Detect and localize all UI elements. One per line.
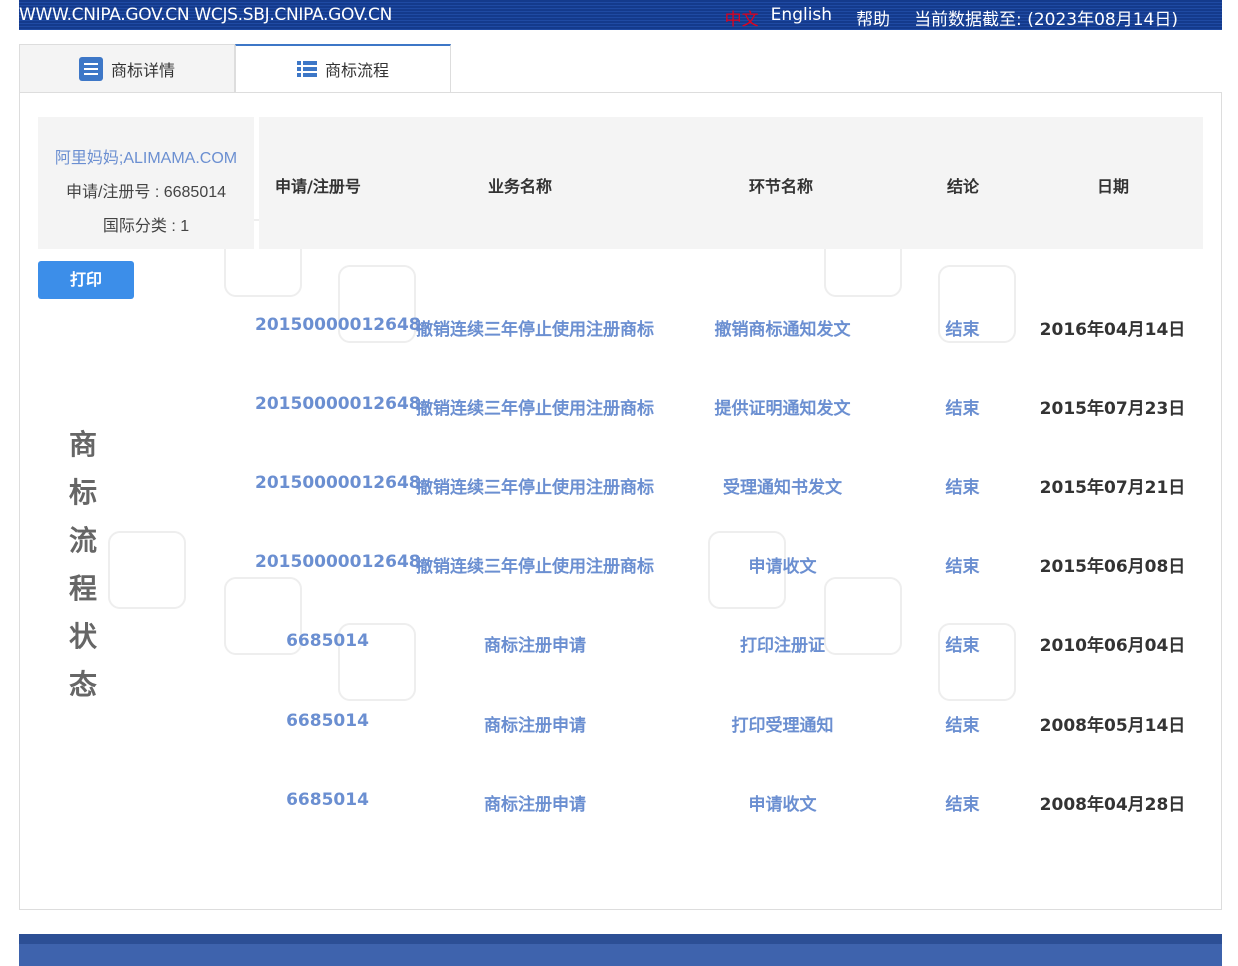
row-date: 2008年04月28日 xyxy=(1039,795,1186,815)
table-row: 20150000012648 撤销连续三年停止使用注册商标 撤销商标通知发文 结… xyxy=(20,315,1221,345)
row-step-name[interactable]: 申请收文 xyxy=(700,790,865,815)
row-date: 2015年07月23日 xyxy=(1039,399,1186,419)
registration-number: 申请/注册号 : 6685014 xyxy=(65,184,227,201)
row-result[interactable]: 结束 xyxy=(925,552,1000,577)
row-business-name[interactable]: 撤销连续三年停止使用注册商标 xyxy=(410,394,660,419)
row-registration-number[interactable]: 6685014 xyxy=(255,631,400,651)
row-business-name[interactable]: 撤销连续三年停止使用注册商标 xyxy=(410,473,660,498)
trademark-info-box: 阿里妈妈;ALIMAMA.COM 申请/注册号 : 6685014 国际分类 :… xyxy=(38,117,254,249)
print-button[interactable]: 打印 xyxy=(38,261,134,299)
top-bar-links: 中文 English 帮助 当前数据截至: (2023年08月14日) xyxy=(725,5,1178,30)
row-registration-number[interactable]: 20150000012648 xyxy=(255,473,421,493)
international-class: 国际分类 : 1 xyxy=(102,218,190,235)
table-row: 20150000012648 撤销连续三年停止使用注册商标 提供证明通知发文 结… xyxy=(20,394,1221,424)
row-step-name[interactable]: 提供证明通知发文 xyxy=(700,394,865,419)
row-result[interactable]: 结束 xyxy=(925,315,1000,340)
row-date: 2016年04月14日 xyxy=(1039,320,1186,340)
tab-trademark-flow-label: 商标流程 xyxy=(324,63,389,80)
row-step-name[interactable]: 打印注册证 xyxy=(700,631,865,656)
row-business-name[interactable]: 撤销连续三年停止使用注册商标 xyxy=(410,315,660,340)
row-date: 2015年06月08日 xyxy=(1039,557,1186,577)
row-result[interactable]: 结束 xyxy=(925,473,1000,498)
header-result: 结论 xyxy=(947,177,980,196)
site-urls: WWW.CNIPA.GOV.CN WCJS.SBJ.CNIPA.GOV.CN xyxy=(19,5,393,25)
row-result[interactable]: 结束 xyxy=(925,394,1000,419)
row-result[interactable]: 结束 xyxy=(925,711,1000,736)
row-registration-number[interactable]: 20150000012648 xyxy=(255,394,421,414)
row-step-name[interactable]: 申请收文 xyxy=(700,552,865,577)
table-header: 申请/注册号 业务名称 环节名称 结论 日期 xyxy=(259,117,1203,249)
row-step-name[interactable]: 打印受理通知 xyxy=(700,711,865,736)
top-bar: WWW.CNIPA.GOV.CN WCJS.SBJ.CNIPA.GOV.CN 中… xyxy=(19,0,1222,30)
footer-bar xyxy=(19,934,1222,966)
table-row: 20150000012648 撤销连续三年停止使用注册商标 受理通知书发文 结束… xyxy=(20,473,1221,503)
row-date: 2015年07月21日 xyxy=(1039,478,1186,498)
data-date-text: 当前数据截至: (2023年08月14日) xyxy=(914,10,1178,30)
table-row: 6685014 商标注册申请 打印受理通知 结束 2008年05月14日 xyxy=(20,711,1221,741)
row-registration-number[interactable]: 6685014 xyxy=(255,711,400,731)
row-business-name[interactable]: 商标注册申请 xyxy=(410,631,660,656)
list-icon xyxy=(296,60,317,78)
header-step-name: 环节名称 xyxy=(749,177,814,196)
help-link[interactable]: 帮助 xyxy=(856,5,890,30)
row-registration-number[interactable]: 20150000012648 xyxy=(255,552,421,572)
tab-trademark-detail-label: 商标详情 xyxy=(110,62,175,80)
row-result[interactable]: 结束 xyxy=(925,631,1000,656)
vertical-label-char: 态 xyxy=(68,668,97,701)
row-step-name[interactable]: 撤销商标通知发文 xyxy=(700,315,865,340)
trademark-name-link[interactable]: 阿里妈妈;ALIMAMA.COM xyxy=(38,144,254,168)
table-row: 6685014 商标注册申请 申请收文 结束 2008年04月28日 xyxy=(20,790,1221,820)
row-registration-number[interactable]: 6685014 xyxy=(255,790,400,810)
document-list-icon xyxy=(78,56,103,81)
header-business-name: 业务名称 xyxy=(488,177,553,196)
tab-trademark-flow[interactable]: 商标流程 xyxy=(235,44,451,92)
row-step-name[interactable]: 受理通知书发文 xyxy=(700,473,865,498)
row-registration-number[interactable]: 20150000012648 xyxy=(255,315,421,335)
header-registration-number: 申请/注册号 xyxy=(275,177,361,196)
table-row: 6685014 商标注册申请 打印注册证 结束 2010年06月04日 xyxy=(20,631,1221,661)
tab-trademark-detail[interactable]: 商标详情 xyxy=(19,44,235,92)
row-date: 2008年05月14日 xyxy=(1039,716,1186,736)
row-result[interactable]: 结束 xyxy=(925,790,1000,815)
tab-bar: 商标详情 商标流程 xyxy=(19,44,451,92)
vertical-label-char: 商 xyxy=(68,428,97,461)
header-date: 日期 xyxy=(1097,177,1130,196)
language-english-link[interactable]: English xyxy=(771,5,832,30)
row-business-name[interactable]: 商标注册申请 xyxy=(410,711,660,736)
row-date: 2010年06月04日 xyxy=(1039,636,1186,656)
flow-panel: 阿里妈妈;ALIMAMA.COM 申请/注册号 : 6685014 国际分类 :… xyxy=(19,92,1222,910)
row-business-name[interactable]: 商标注册申请 xyxy=(410,790,660,815)
language-chinese-link[interactable]: 中文 xyxy=(725,5,759,30)
row-business-name[interactable]: 撤销连续三年停止使用注册商标 xyxy=(410,552,660,577)
table-row: 20150000012648 撤销连续三年停止使用注册商标 申请收文 结束 20… xyxy=(20,552,1221,582)
